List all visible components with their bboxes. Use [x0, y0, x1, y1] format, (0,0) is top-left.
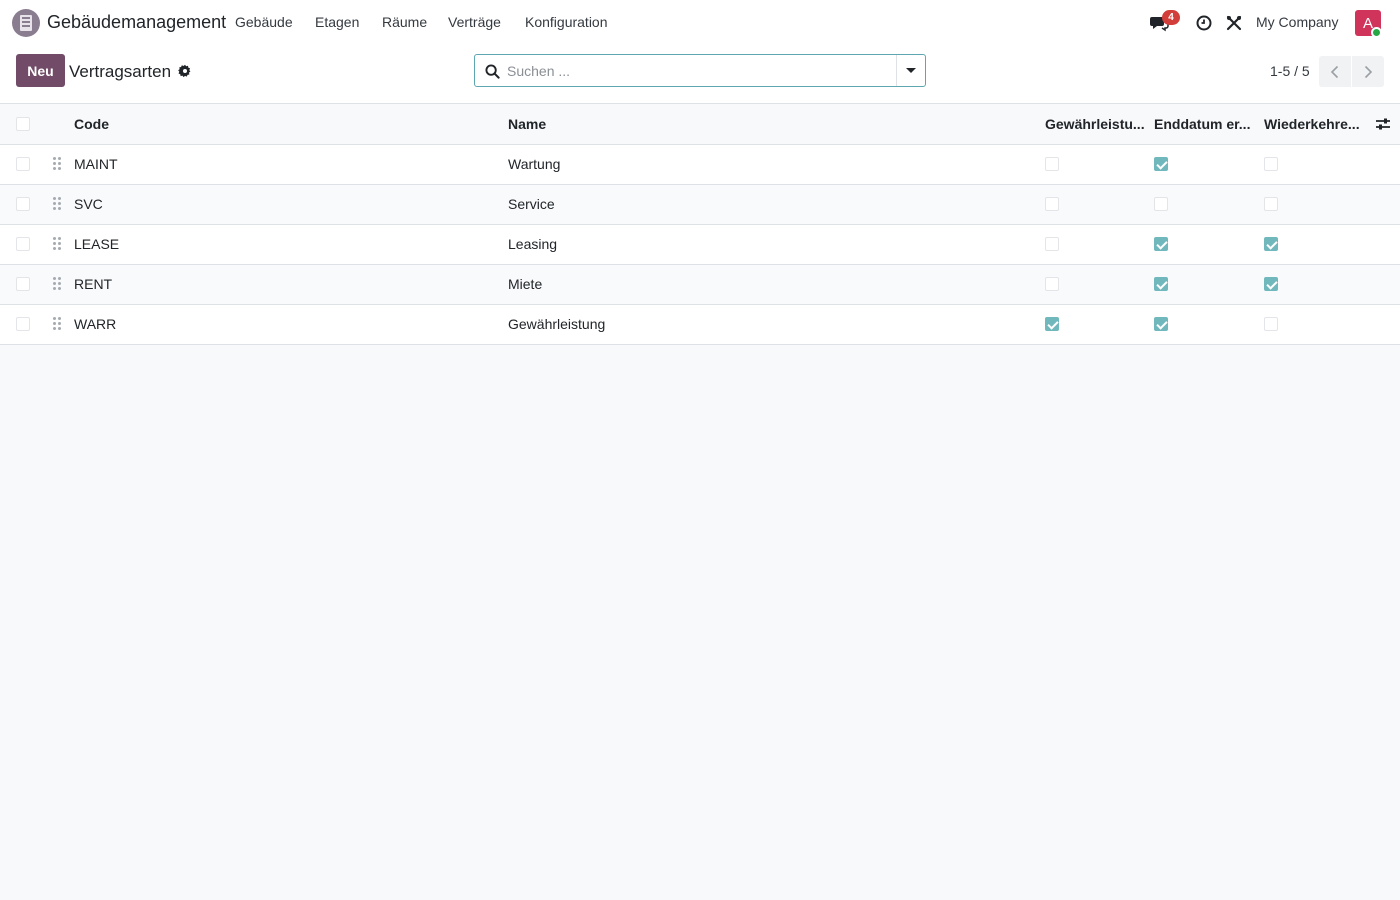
checkbox-recurring: [1264, 237, 1278, 251]
checkbox-warranty: [1045, 157, 1059, 171]
menu-item-raeume[interactable]: Räume: [382, 14, 427, 30]
row-select-checkbox[interactable]: [16, 157, 30, 171]
cell-code: SVC: [74, 196, 103, 212]
drag-handle-icon[interactable]: [53, 197, 63, 211]
checkbox-enddate: [1154, 317, 1168, 331]
checkbox-warranty: [1045, 197, 1059, 211]
breadcrumb: Vertragsarten: [69, 62, 172, 81]
checkbox-warranty: [1045, 277, 1059, 291]
column-header-enddate[interactable]: Enddatum er...: [1154, 116, 1250, 132]
building-app-icon[interactable]: [12, 9, 40, 37]
caret-down-icon: [906, 68, 916, 73]
menu-item-vertraege[interactable]: Verträge: [448, 14, 501, 30]
row-select-checkbox[interactable]: [16, 277, 30, 291]
drag-handle-icon[interactable]: [53, 157, 63, 171]
checkbox-warranty: [1045, 237, 1059, 251]
search-icon: [485, 64, 500, 79]
row-select-checkbox[interactable]: [16, 237, 30, 251]
top-navbar: Gebäudemanagement Gebäude Etagen Räume V…: [0, 0, 1400, 46]
table-row[interactable]: RENT Miete: [0, 265, 1400, 305]
chevron-right-icon: [1364, 65, 1373, 78]
search-options-toggle[interactable]: [896, 55, 925, 86]
search-bar: [474, 54, 926, 87]
cell-name: Wartung: [508, 156, 561, 172]
table-header: Code Name Gewährleistu... Enddatum er...…: [0, 104, 1400, 145]
company-switcher[interactable]: My Company: [1256, 14, 1338, 30]
drag-handle-icon[interactable]: [53, 237, 63, 251]
drag-handle-icon[interactable]: [53, 277, 63, 291]
checkbox-recurring: [1264, 277, 1278, 291]
checkbox-enddate: [1154, 237, 1168, 251]
checkbox-warranty: [1045, 317, 1059, 331]
presence-indicator: [1371, 27, 1382, 38]
checkbox-recurring: [1264, 317, 1278, 331]
optional-columns-icon[interactable]: [1375, 117, 1391, 131]
pager-value[interactable]: 1-5 / 5: [1270, 63, 1310, 79]
drag-handle-icon[interactable]: [53, 317, 63, 331]
checkbox-enddate: [1154, 197, 1168, 211]
column-header-name[interactable]: Name: [508, 116, 546, 132]
menu-item-gebaeude[interactable]: Gebäude: [235, 14, 293, 30]
table-row[interactable]: LEASE Leasing: [0, 225, 1400, 265]
cell-code: WARR: [74, 316, 117, 332]
row-select-checkbox[interactable]: [16, 317, 30, 331]
table-body: MAINT Wartung SVC Service LEASE Leasing RENT Mi…: [0, 145, 1400, 345]
checkbox-recurring: [1264, 157, 1278, 171]
menu-item-konfiguration[interactable]: Konfiguration: [525, 14, 608, 30]
checkbox-enddate: [1154, 277, 1168, 291]
cell-code: MAINT: [74, 156, 118, 172]
pager-next-button[interactable]: [1352, 56, 1384, 87]
cell-code: LEASE: [74, 236, 120, 252]
cell-name: Gewährleistung: [508, 316, 606, 332]
cell-name: Miete: [508, 276, 543, 292]
select-all-checkbox[interactable]: [16, 117, 30, 131]
search-input[interactable]: [507, 55, 892, 86]
row-select-checkbox[interactable]: [16, 197, 30, 211]
list-table: Code Name Gewährleistu... Enddatum er...…: [0, 104, 1400, 345]
debug-tools-icon[interactable]: [1226, 15, 1242, 31]
column-header-warranty[interactable]: Gewährleistu...: [1045, 116, 1145, 132]
gear-icon[interactable]: [178, 64, 192, 78]
table-row[interactable]: SVC Service: [0, 185, 1400, 225]
checkbox-recurring: [1264, 197, 1278, 211]
checkbox-enddate: [1154, 157, 1168, 171]
column-header-recurring[interactable]: Wiederkehre...: [1264, 116, 1360, 132]
table-row[interactable]: WARR Gewährleistung: [0, 305, 1400, 345]
cell-name: Leasing: [508, 236, 558, 252]
cell-code: RENT: [74, 276, 113, 292]
clock-icon[interactable]: [1196, 15, 1212, 31]
messages-badge: 4: [1162, 10, 1180, 25]
pager-previous-button[interactable]: [1319, 56, 1351, 87]
new-button[interactable]: Neu: [16, 54, 65, 87]
app-title[interactable]: Gebäudemanagement: [47, 12, 226, 33]
menu-item-etagen[interactable]: Etagen: [315, 14, 359, 30]
column-header-code[interactable]: Code: [74, 116, 109, 132]
chevron-left-icon: [1330, 65, 1339, 78]
control-panel: Neu Vertragsarten 1-5 / 5: [0, 46, 1400, 104]
cell-name: Service: [508, 196, 555, 212]
table-row[interactable]: MAINT Wartung: [0, 145, 1400, 185]
